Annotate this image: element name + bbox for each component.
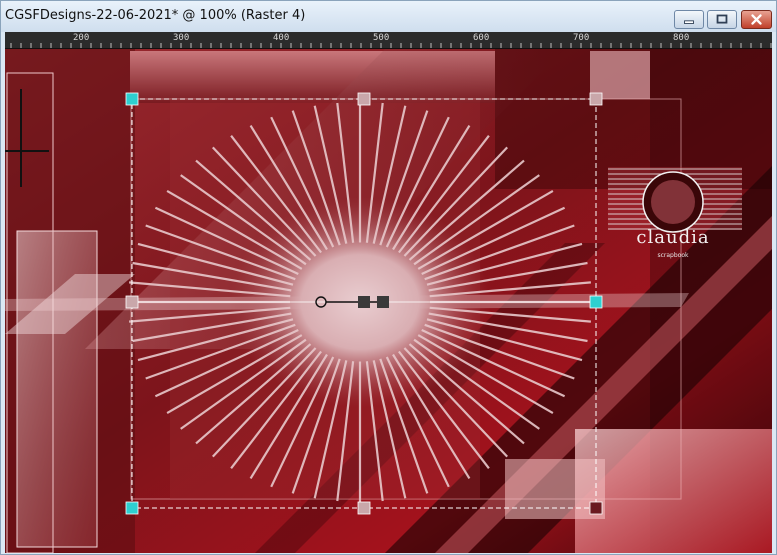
ruler-label: 400 [273,33,290,43]
transform-handle[interactable] [357,92,371,106]
minimize-icon [684,20,694,24]
ruler-label: 800 [673,33,690,43]
transform-handle[interactable] [589,501,603,515]
maximize-icon [716,14,728,24]
logo-text: claudia [636,227,710,248]
minimize-button[interactable] [674,10,704,29]
transform-handle[interactable] [357,501,371,515]
window-title: CGSFDesigns-22-06-2021* @ 100% (Raster 4… [5,8,306,23]
transform-handle[interactable] [125,295,139,309]
ruler-label: 700 [573,33,590,43]
document-window: CGSFDesigns-22-06-2021* @ 100% (Raster 4… [0,0,777,555]
watermark-logo [608,167,742,233]
artwork [5,49,772,553]
horizontal-ruler[interactable]: 200 300 400 500 600 700 800 [5,32,772,49]
close-icon [751,14,762,25]
maximize-button[interactable] [707,10,737,29]
transform-handle[interactable] [589,92,603,106]
title-bar[interactable]: CGSFDesigns-22-06-2021* @ 100% (Raster 4… [1,1,776,32]
transform-handle[interactable] [125,501,139,515]
ruler-label: 500 [373,33,390,43]
close-button[interactable] [741,10,772,29]
ruler-label: 600 [473,33,490,43]
logo-subtext: scrapbook [657,252,689,259]
transform-handle[interactable] [589,295,603,309]
ruler-label: 300 [173,33,190,43]
image-canvas[interactable]: claudia scrapbook [5,49,772,553]
transform-handle[interactable] [125,92,139,106]
ruler-label: 200 [73,33,90,43]
